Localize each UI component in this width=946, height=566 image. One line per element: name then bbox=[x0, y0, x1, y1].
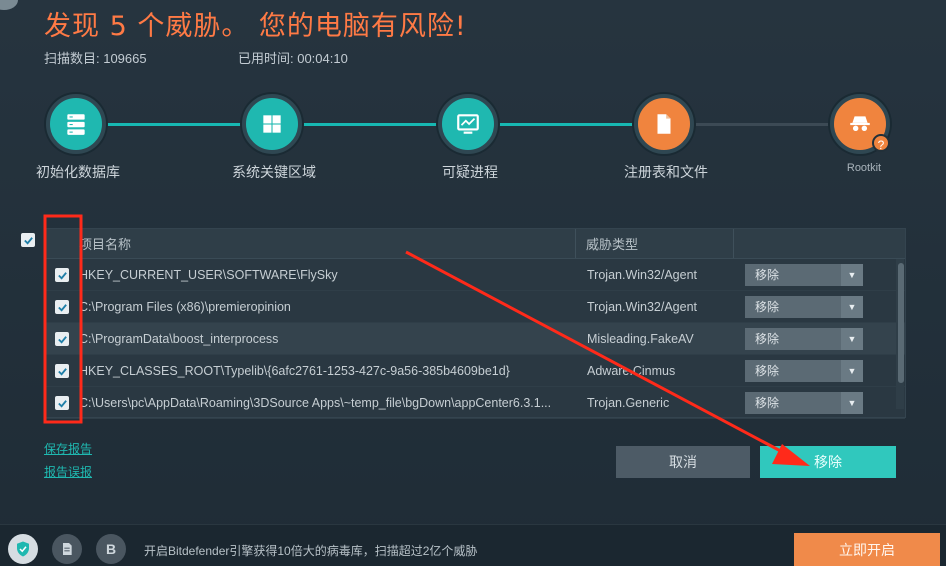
bitdefender-icon[interactable]: B bbox=[96, 534, 126, 564]
threat-type: Trojan.Generic bbox=[587, 395, 670, 410]
report-icon[interactable] bbox=[52, 534, 82, 564]
table-row: HKEY_CURRENT_USER\SOFTWARE\FlySky Trojan… bbox=[45, 259, 905, 291]
table-row: HKEY_CLASSES_ROOT\Typelib\{6afc2761-1253… bbox=[45, 355, 905, 387]
monitor-icon bbox=[457, 114, 479, 134]
table-row: C:\Program Files (x86)\premieropinion Tr… bbox=[45, 291, 905, 323]
shield-icon[interactable] bbox=[8, 534, 38, 564]
step-system bbox=[242, 94, 302, 154]
chevron-down-icon: ▼ bbox=[841, 359, 863, 382]
chevron-down-icon: ▼ bbox=[841, 391, 863, 414]
action-dropdown[interactable]: 移除 ▼ bbox=[745, 295, 863, 318]
chevron-down-icon: ▼ bbox=[841, 263, 863, 286]
threat-path: C:\ProgramData\boost_interprocess bbox=[79, 331, 279, 346]
app-logo bbox=[0, 0, 18, 10]
row-checkbox[interactable] bbox=[55, 396, 69, 410]
row-checkbox[interactable] bbox=[55, 332, 69, 346]
page-title: 发现 5 个威胁。 您的电脑有风险! bbox=[44, 11, 467, 42]
threat-type: Adware.Cinmus bbox=[587, 363, 676, 378]
step-database bbox=[46, 94, 106, 154]
scan-count: 扫描数目: 109665 bbox=[44, 51, 147, 66]
database-icon bbox=[67, 114, 85, 135]
scan-steps: 初始化数据库 系统关键区域 可疑进程 注册表和文件 ? Rootkit bbox=[0, 88, 946, 188]
action-dropdown[interactable]: 移除 ▼ bbox=[745, 359, 863, 382]
row-checkbox[interactable] bbox=[55, 364, 69, 378]
threats-table: 项目名称 威胁类型 HKEY_CURRENT_USER\SOFTWARE\Fly… bbox=[21, 228, 906, 419]
scrollbar-thumb[interactable] bbox=[898, 263, 904, 383]
column-header-name: 项目名称 bbox=[79, 237, 132, 252]
step-process bbox=[438, 94, 498, 154]
step-label: 可疑进程 bbox=[442, 164, 498, 180]
report-links: 保存报告 报告误报 bbox=[44, 440, 92, 486]
row-checkbox[interactable] bbox=[55, 268, 69, 282]
check-icon bbox=[57, 271, 67, 280]
footer-bar: B 开启Bitdefender引擎获得10倍大的病毒库，扫描超过2亿个威胁 立即… bbox=[0, 524, 946, 566]
select-all-checkbox[interactable] bbox=[21, 233, 35, 247]
table-row: C:\ProgramData\boost_interprocess Mislea… bbox=[45, 323, 905, 355]
step-label: 初始化数据库 bbox=[36, 164, 120, 180]
step-connector bbox=[298, 123, 444, 126]
table-header: 项目名称 威胁类型 bbox=[21, 229, 905, 259]
document-icon bbox=[657, 114, 671, 134]
check-icon bbox=[57, 399, 67, 408]
row-checkbox[interactable] bbox=[55, 300, 69, 314]
table-row: C:\Users\pc\AppData\Roaming\3DSource App… bbox=[45, 387, 905, 419]
help-badge-icon[interactable]: ? bbox=[872, 134, 890, 152]
check-icon bbox=[57, 367, 67, 376]
step-label: Rootkit bbox=[846, 162, 882, 174]
promo-text: 开启Bitdefender引擎获得10倍大的病毒库，扫描超过2亿个威胁 bbox=[144, 544, 478, 558]
open-now-button[interactable]: 立即开启 bbox=[794, 533, 940, 566]
save-report-link[interactable]: 保存报告 bbox=[44, 440, 92, 457]
cancel-button[interactable]: 取消 bbox=[616, 446, 750, 478]
threat-type: Misleading.FakeAV bbox=[587, 331, 694, 346]
threat-path: C:\Program Files (x86)\premieropinion bbox=[79, 299, 291, 314]
elapsed-time: 已用时间: 00:04:10 bbox=[238, 51, 348, 66]
threat-type: Trojan.Win32/Agent bbox=[587, 299, 698, 314]
threat-path: HKEY_CURRENT_USER\SOFTWARE\FlySky bbox=[79, 267, 338, 282]
step-connector bbox=[690, 123, 836, 126]
step-registry bbox=[634, 94, 694, 154]
threat-type: Trojan.Win32/Agent bbox=[587, 267, 698, 282]
chevron-down-icon: ▼ bbox=[841, 327, 863, 350]
step-label: 注册表和文件 bbox=[624, 164, 708, 180]
step-label: 系统关键区域 bbox=[232, 164, 316, 180]
threat-path: HKEY_CLASSES_ROOT\Typelib\{6afc2761-1253… bbox=[79, 363, 510, 378]
remove-button[interactable]: 移除 bbox=[760, 446, 896, 478]
windows-icon bbox=[263, 115, 281, 133]
check-icon bbox=[57, 335, 67, 344]
check-icon bbox=[23, 236, 33, 245]
check-icon bbox=[57, 303, 67, 312]
action-dropdown[interactable]: 移除 ▼ bbox=[745, 391, 863, 414]
chevron-down-icon: ▼ bbox=[841, 295, 863, 318]
threat-path: C:\Users\pc\AppData\Roaming\3DSource App… bbox=[79, 395, 552, 410]
action-dropdown[interactable]: 移除 ▼ bbox=[745, 327, 863, 350]
step-connector bbox=[494, 123, 640, 126]
report-false-positive-link[interactable]: 报告误报 bbox=[44, 463, 92, 480]
step-connector bbox=[102, 123, 248, 126]
spy-icon bbox=[850, 116, 870, 132]
action-dropdown[interactable]: 移除 ▼ bbox=[745, 263, 863, 286]
column-header-type: 威胁类型 bbox=[575, 229, 733, 258]
